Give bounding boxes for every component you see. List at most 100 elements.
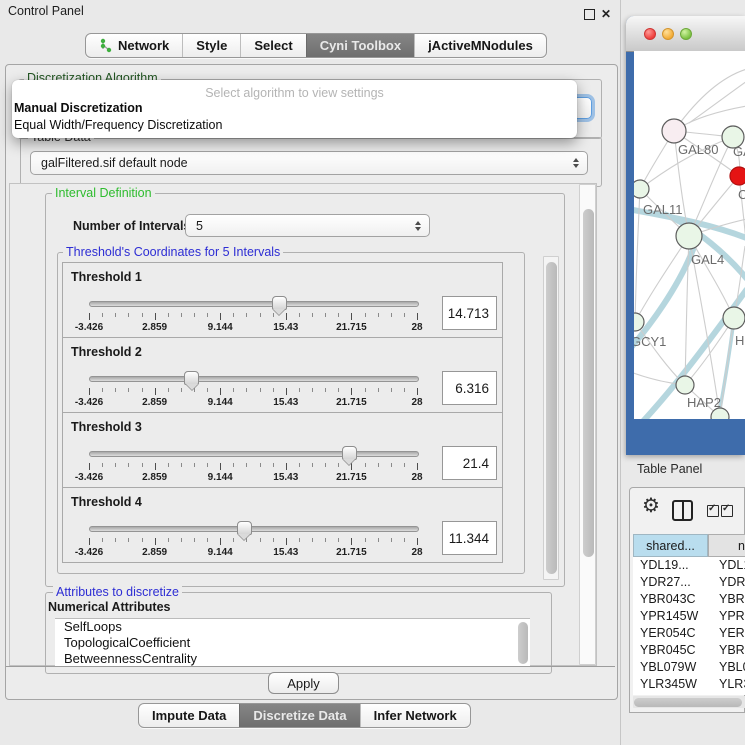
slider-tick-label: 2.859 — [142, 547, 167, 558]
apply-button[interactable]: Apply — [268, 672, 339, 694]
tab-network[interactable]: Network — [86, 34, 182, 57]
threshold-label: Threshold 2 — [71, 345, 142, 359]
slider-tick — [286, 463, 287, 470]
slider-thumb[interactable] — [272, 296, 287, 310]
table-row[interactable]: YBR045CYBR0 — [633, 642, 745, 659]
tab-style[interactable]: Style — [182, 34, 240, 57]
network-node[interactable] — [676, 376, 694, 394]
split-panel-icon[interactable] — [672, 500, 693, 521]
slider-tick — [207, 538, 208, 542]
cell-shared-name: YDR27... — [640, 574, 691, 591]
thresholds-scrollbar[interactable] — [543, 256, 559, 580]
threshold-label: Threshold 4 — [71, 495, 142, 509]
minimize-traffic-light-icon[interactable] — [662, 28, 674, 40]
close-icon[interactable]: ✕ — [601, 7, 611, 21]
table-row[interactable]: YER054CYER0 — [633, 625, 745, 642]
attributes-list-scrollbar[interactable] — [518, 622, 528, 664]
threshold-value-field[interactable]: 14.713 — [442, 296, 497, 330]
table-rows[interactable]: YDL19...YDL1YDR27...YDR2YBR043CYBR0YPR14… — [633, 557, 745, 695]
slider-track[interactable] — [89, 526, 419, 532]
table-row[interactable]: YBL079WYBL0 — [633, 659, 745, 676]
slider-tick-label: -3.426 — [75, 547, 103, 558]
tab-label: Select — [254, 38, 292, 53]
slider-track[interactable] — [89, 451, 419, 457]
table-row[interactable]: YDR27...YDR2 — [633, 574, 745, 591]
table-row[interactable]: YIL052CYIL0 — [633, 693, 745, 695]
close-traffic-light-icon[interactable] — [644, 28, 656, 40]
network-node[interactable] — [634, 313, 644, 331]
slider-tick — [155, 463, 156, 470]
tab-discretize-data[interactable]: Discretize Data — [239, 704, 359, 727]
network-nodes — [634, 119, 745, 419]
select-columns-icon[interactable] — [707, 504, 735, 522]
algorithm-option[interactable]: Equal Width/Frequency Discretization — [14, 118, 222, 132]
table-row[interactable]: YLR345WYLR3 — [633, 676, 745, 693]
threshold-value-field[interactable]: 21.4 — [442, 446, 497, 480]
slider-tick — [365, 463, 366, 467]
column-header-shared-name[interactable]: shared... — [633, 534, 708, 557]
tab-impute-data[interactable]: Impute Data — [139, 704, 239, 727]
slider-tick — [351, 388, 352, 395]
threshold-panel: Threshold 2-3.4262.8599.14415.4321.71528… — [62, 337, 503, 413]
number-of-intervals-combobox[interactable]: 5 — [185, 214, 430, 237]
slider-tick — [391, 313, 392, 317]
tab-jactivemnodules[interactable]: jActiveMNodules — [414, 34, 546, 57]
slider-tick — [391, 538, 392, 542]
slider-tick — [299, 313, 300, 317]
slider-tick — [168, 313, 169, 317]
network-window-titlebar[interactable] — [626, 16, 745, 52]
slider-track[interactable] — [89, 301, 419, 307]
network-canvas[interactable]: GAL80GAL11GAL4GCY1HAP2GACH — [634, 51, 745, 419]
cell-shared-name: YBL079W — [640, 659, 696, 676]
slider-tick — [181, 463, 182, 467]
tab-select[interactable]: Select — [240, 34, 305, 57]
slider-tick — [168, 538, 169, 542]
threshold-panel: Threshold 4-3.4262.8599.14415.4321.71528… — [62, 487, 503, 563]
attribute-list-item[interactable]: SelfLoops — [55, 619, 530, 635]
algorithm-option[interactable]: Manual Discretization — [14, 101, 143, 115]
slider-tick — [181, 538, 182, 542]
numerical-attributes-list[interactable]: SelfLoopsTopologicalCoefficientBetweenne… — [55, 618, 530, 667]
panel-title: Control Panel — [8, 4, 84, 18]
slider-tick — [404, 463, 405, 467]
slider-tick — [273, 538, 274, 542]
network-node[interactable] — [730, 167, 745, 185]
tab-cyni-toolbox[interactable]: Cyni Toolbox — [306, 34, 414, 57]
network-node[interactable] — [662, 119, 686, 143]
slider-thumb[interactable] — [342, 446, 357, 460]
slider-thumb[interactable] — [237, 521, 252, 535]
float-window-icon[interactable] — [584, 9, 595, 20]
algorithm-placeholder: Select algorithm to view settings — [12, 86, 577, 100]
attributes-group-title: Attributes to discretize — [53, 586, 182, 599]
table-row[interactable]: YDL19...YDL1 — [633, 557, 745, 574]
slider-track[interactable] — [89, 376, 419, 382]
network-node[interactable] — [723, 307, 745, 329]
network-node[interactable] — [676, 223, 702, 249]
column-header-name[interactable]: na — [708, 534, 745, 557]
slider-tick-label: 15.43 — [273, 397, 298, 408]
table-data-combobox[interactable]: galFiltered.sif default node — [30, 151, 588, 175]
slider-tick — [102, 538, 103, 542]
table-row[interactable]: YBR043CYBR0 — [633, 591, 745, 608]
cell-name: YIL0 — [719, 693, 745, 695]
attribute-list-item[interactable]: TopologicalCoefficient — [55, 635, 530, 651]
slider-tick — [102, 313, 103, 317]
slider-tick — [417, 463, 418, 470]
gear-icon[interactable]: ⚙ — [642, 496, 660, 516]
tab-infer-network[interactable]: Infer Network — [360, 704, 470, 727]
slider-thumb[interactable] — [184, 371, 199, 385]
table-horizontal-scrollbar[interactable] — [633, 696, 745, 708]
table-row[interactable]: YPR145WYPR1 — [633, 608, 745, 625]
cell-name: YER0 — [719, 625, 745, 642]
slider-tick — [338, 313, 339, 317]
slider-tick — [260, 538, 261, 542]
slider-tick — [128, 313, 129, 317]
cell-shared-name: YDL19... — [640, 557, 689, 574]
network-node[interactable] — [634, 180, 649, 198]
attribute-list-item[interactable]: BetweennessCentrality — [55, 651, 530, 667]
zoom-traffic-light-icon[interactable] — [680, 28, 692, 40]
stepper-arrows-icon — [415, 221, 421, 231]
threshold-value-field[interactable]: 11.344 — [442, 521, 497, 555]
viewport-scrollbar[interactable] — [579, 184, 596, 665]
threshold-value-field[interactable]: 6.316 — [442, 371, 497, 405]
